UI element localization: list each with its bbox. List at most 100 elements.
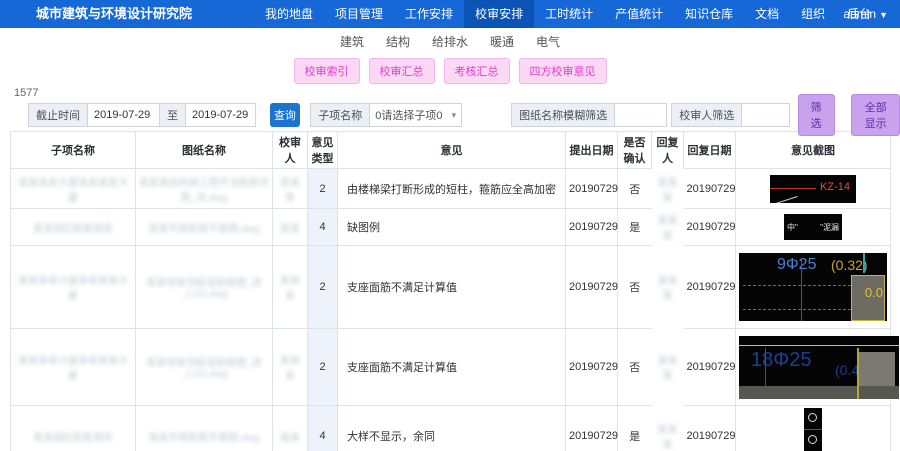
screenshot-cell: 中" "泥漏 bbox=[736, 209, 891, 246]
nav-item-projects[interactable]: 项目管理 bbox=[324, 0, 394, 28]
replier-cell: 某某某 bbox=[652, 209, 684, 246]
table-header-row: 子项名称 图纸名称 校审人 意见类型 意见 提出日期 是否确认 回复人 回复日期… bbox=[11, 132, 891, 169]
subproject-cell: 某某园区配套用房 bbox=[11, 209, 136, 246]
cad-grid-line bbox=[863, 253, 865, 273]
appraisal-summary-button[interactable]: 考核汇总 bbox=[444, 58, 510, 84]
record-count: 1577 bbox=[14, 87, 900, 100]
reviewer-cell: 某某 bbox=[273, 209, 308, 246]
discipline-tabs: 建筑 结构 给排水 暖通 电气 bbox=[0, 28, 900, 55]
confirmed-cell: 否 bbox=[618, 246, 652, 329]
replier-cell: 某某某 bbox=[652, 169, 684, 209]
cad-centerline bbox=[801, 259, 802, 321]
cad-dashed-line bbox=[743, 309, 851, 310]
nav-item-work-schedule[interactable]: 工作安排 bbox=[394, 0, 464, 28]
subitem-select[interactable]: 0请选择子项0 ▾ bbox=[370, 103, 462, 127]
cad-rebar-text: 18Φ25 bbox=[751, 349, 811, 372]
brand-title: 城市建筑与环境设计研究院 bbox=[36, 0, 192, 28]
comment-cell: 支座面筋不满足计算值 bbox=[338, 329, 566, 406]
cad-grid-line bbox=[739, 345, 899, 346]
drawing-filter-input[interactable] bbox=[615, 103, 667, 127]
reply-date-cell: 20190729 bbox=[684, 329, 736, 406]
screenshot-cell: KZ-14 bbox=[736, 169, 891, 209]
subproject-cell: 某某某某大厦某某某某大厦 bbox=[11, 246, 136, 329]
subitem-label: 子项名称 bbox=[310, 103, 370, 127]
tab-plumbing[interactable]: 给排水 bbox=[432, 33, 468, 50]
reply-date-cell: 20190729 bbox=[684, 169, 736, 209]
comment-cell: 缺图例 bbox=[338, 209, 566, 246]
comment-screenshot[interactable] bbox=[804, 408, 822, 451]
cad-grid-line bbox=[857, 348, 859, 399]
table-row: 某某园区配套用房 某某号楼配筋平面图.dwg 某某 4 大样不显示，余同 201… bbox=[11, 406, 891, 451]
table-row: 某某某某大厦某某某某大厦 某某地库顶板梁配筋图_改_C2H.dwg 某某某 2 … bbox=[11, 246, 891, 329]
user-menu[interactable]: admin▼ bbox=[843, 0, 888, 29]
reviewer-cell: 某某某 bbox=[273, 329, 308, 406]
confirmed-cell: 是 bbox=[618, 406, 652, 451]
comment-screenshot[interactable]: KZ-14 bbox=[770, 175, 856, 203]
type-cell: 4 bbox=[308, 209, 338, 246]
cad-beam-bar bbox=[739, 386, 899, 399]
nav-item-output-stats[interactable]: 产值统计 bbox=[604, 0, 674, 28]
cad-column-block bbox=[859, 352, 895, 386]
comment-cell: 大样不显示，余同 bbox=[338, 406, 566, 451]
confirmed-cell: 否 bbox=[618, 329, 652, 406]
type-cell: 4 bbox=[308, 406, 338, 451]
nav-item-documents[interactable]: 文档 bbox=[744, 0, 790, 28]
subitem-selected-value: 0请选择子项0 bbox=[375, 107, 442, 123]
confirmed-cell: 是 bbox=[618, 209, 652, 246]
review-summary-button[interactable]: 校审汇总 bbox=[369, 58, 435, 84]
table-row: 某某某某大厦某某某某大厦 某某某结构施工图平法配筋详图_改.dwg 某某某 2 … bbox=[11, 169, 891, 209]
reviewer-filter-group: 校审人筛选 bbox=[671, 103, 790, 127]
col-header-confirmed: 是否确认 bbox=[618, 132, 652, 169]
chevron-down-icon: ▾ bbox=[452, 110, 457, 121]
cad-value-text: 0.0 bbox=[865, 285, 883, 300]
filter-button[interactable]: 筛选 bbox=[798, 94, 835, 136]
cad-red-line bbox=[770, 188, 816, 189]
date-from-input[interactable] bbox=[88, 103, 160, 127]
type-cell: 2 bbox=[308, 169, 338, 209]
reply-date-cell: 20190729 bbox=[684, 246, 736, 329]
comment-screenshot[interactable]: 18Φ25 (0.49) bbox=[739, 336, 899, 399]
tab-hvac[interactable]: 暖通 bbox=[490, 33, 514, 50]
nav-item-my-space[interactable]: 我的地盘 bbox=[254, 0, 324, 28]
date-cell: 20190729 bbox=[566, 209, 618, 246]
date-cell: 20190729 bbox=[566, 406, 618, 451]
nav-item-review-schedule[interactable]: 校审安排 bbox=[464, 0, 534, 28]
subproject-cell: 某某某某大厦某某某某大厦 bbox=[11, 329, 136, 406]
nav-item-hours-stats[interactable]: 工时统计 bbox=[534, 0, 604, 28]
table-row: 某某某某大厦某某某某大厦 某某地库顶板梁配筋图_改_C2H.dwg 某某某 2 … bbox=[11, 329, 891, 406]
main-nav: 我的地盘 项目管理 工作安排 校审安排 工时统计 产值统计 知识仓库 文档 组织… bbox=[254, 0, 882, 28]
nav-item-knowledge-base[interactable]: 知识仓库 bbox=[674, 0, 744, 28]
date-to-input[interactable] bbox=[186, 103, 256, 127]
type-cell: 2 bbox=[308, 329, 338, 406]
reviewer-cell: 某某某 bbox=[273, 169, 308, 209]
comment-cell: 由楼梯梁打断形成的短柱，箍筋应全高加密 bbox=[338, 169, 566, 209]
replier-cell: 某某某 bbox=[652, 406, 684, 451]
reviewer-filter-input[interactable] bbox=[742, 103, 790, 127]
replier-cell: 某某某 bbox=[652, 329, 684, 406]
comment-screenshot[interactable]: 9Φ25 (0.32) 0.0 bbox=[739, 253, 887, 321]
nav-item-organization[interactable]: 组织 bbox=[790, 0, 836, 28]
review-index-button[interactable]: 校审索引 bbox=[294, 58, 360, 84]
replier-cell: 某某某 bbox=[652, 246, 684, 329]
review-action-buttons: 校审索引 校审汇总 考核汇总 四方校审意见 bbox=[0, 58, 900, 84]
screenshot-cell: 18Φ25 (0.49) bbox=[736, 329, 891, 406]
top-navbar: 城市建筑与环境设计研究院 我的地盘 项目管理 工作安排 校审安排 工时统计 产值… bbox=[0, 0, 900, 28]
cad-text: 中" bbox=[787, 222, 798, 233]
cad-text: "泥漏 bbox=[820, 222, 839, 233]
tab-structure[interactable]: 结构 bbox=[386, 33, 410, 50]
confirmed-cell: 否 bbox=[618, 169, 652, 209]
col-header-comment: 意见 bbox=[338, 132, 566, 169]
show-all-button[interactable]: 全部显示 bbox=[851, 94, 900, 136]
date-range-group: 截止时间 至 bbox=[28, 103, 256, 127]
subproject-cell: 某某园区配套用房 bbox=[11, 406, 136, 451]
cad-rebar-text: 9Φ25 bbox=[777, 256, 816, 274]
drawing-cell: 某某地库顶板梁配筋图_改_C2H.dwg bbox=[136, 329, 273, 406]
table-row: 某某园区配套用房 某某号楼配筋平面图.dwg 某某 4 缺图例 20190729… bbox=[11, 209, 891, 246]
tab-architecture[interactable]: 建筑 bbox=[340, 33, 364, 50]
comment-screenshot[interactable]: 中" "泥漏 bbox=[784, 214, 842, 240]
query-button[interactable]: 查询 bbox=[270, 103, 300, 127]
to-label: 至 bbox=[160, 103, 186, 127]
cad-red-line bbox=[804, 429, 822, 430]
fourparty-review-button[interactable]: 四方校审意见 bbox=[519, 58, 607, 84]
tab-electrical[interactable]: 电气 bbox=[536, 33, 560, 50]
